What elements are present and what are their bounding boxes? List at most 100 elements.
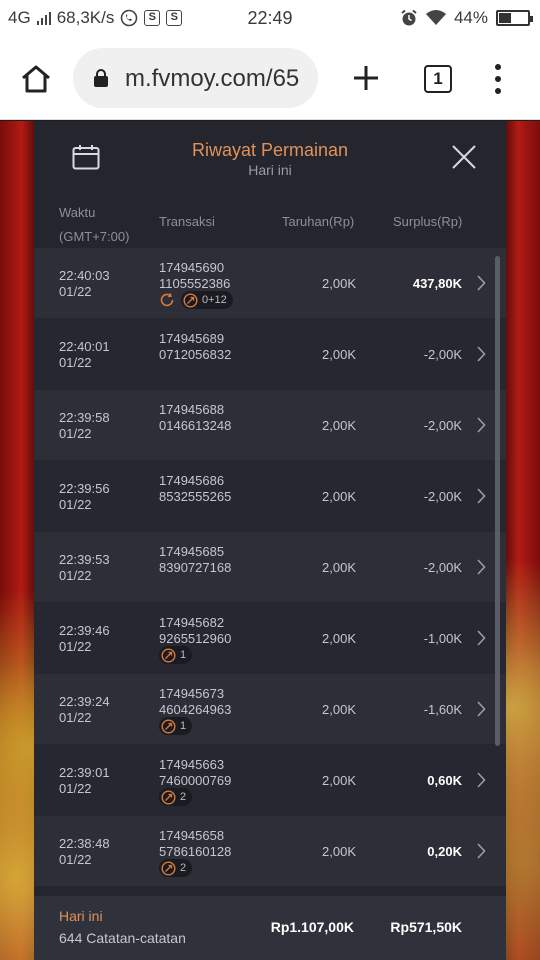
row-date-value: 01/22	[59, 639, 92, 654]
badge-count: 1	[180, 720, 187, 732]
row-badges: 1	[159, 646, 193, 664]
table-row[interactable]: 22:39:53 01/22 174945685 8390727168 2,00K -2,…	[34, 532, 506, 602]
tab-switcher-button[interactable]: 1	[424, 65, 452, 93]
row-badges: 2	[159, 859, 193, 877]
transaction-id-line1: 174945682	[159, 615, 225, 630]
total-bet: Rp1.107,00K	[270, 919, 354, 935]
row-bet: 2,00K	[322, 276, 356, 291]
row-date-value: 01/22	[59, 355, 92, 370]
free-spin-badge: 2	[159, 859, 193, 877]
transaction-id-line1: 174945688	[159, 402, 225, 417]
modal-subtitle: Hari ini	[248, 162, 292, 178]
transaction-id-line1: 174945658	[159, 828, 225, 843]
row-badges: 0+12	[159, 291, 233, 309]
table-row[interactable]: 22:39:46 01/22 174945682 9265512960 1 2,00K -1…	[34, 603, 506, 673]
address-bar[interactable]: m.fvmoy.com/65	[73, 48, 318, 108]
row-bet: 2,00K	[322, 631, 356, 646]
row-time: 22:40:03 01/22	[59, 268, 110, 300]
row-bet: 2,00K	[322, 347, 356, 362]
chevron-right-icon[interactable]	[476, 488, 486, 504]
row-transaction: 174945686 8532555265	[159, 473, 231, 505]
row-time: 22:40:01 01/22	[59, 339, 110, 371]
row-date-value: 01/22	[59, 497, 92, 512]
spin-icon	[161, 647, 176, 663]
transaction-id-line2: 9265512960	[159, 631, 232, 646]
row-transaction: 174945689 0712056832	[159, 331, 231, 363]
history-list[interactable]: 22:40:03 01/22 174945690 1105552386 0+12 2,00…	[34, 248, 506, 896]
row-time: 22:39:56 01/22	[59, 481, 110, 513]
status-right: 44%	[400, 8, 533, 28]
overflow-menu-icon[interactable]	[494, 64, 502, 94]
transaction-id-line2: 5786160128	[159, 844, 232, 859]
chevron-right-icon[interactable]	[476, 701, 486, 717]
table-row[interactable]: 22:40:03 01/22 174945690 1105552386 0+12 2,00…	[34, 248, 506, 318]
transaction-id-line1: 174945685	[159, 544, 225, 559]
row-time-value: 22:40:01	[59, 339, 110, 354]
chevron-right-icon[interactable]	[476, 559, 486, 575]
table-row[interactable]: 22:38:48 01/22 174945658 5786160128 2 2,00K 0,…	[34, 816, 506, 886]
new-tab-icon[interactable]	[352, 64, 380, 92]
transaction-id-line1: 174945673	[159, 686, 225, 701]
row-transaction: 174945685 8390727168	[159, 544, 231, 576]
chevron-right-icon[interactable]	[476, 843, 486, 859]
transaction-id-line2: 0146613248	[159, 418, 232, 433]
chevron-right-icon[interactable]	[476, 772, 486, 788]
scrollbar[interactable]	[495, 256, 500, 746]
table-row[interactable]: 22:39:56 01/22 174945686 8532555265 2,00K -2,…	[34, 461, 506, 531]
summary-footer: Hari ini 644 Catatan-catatan Rp1.107,00K…	[34, 896, 506, 960]
transaction-id-line1: 174945663	[159, 757, 225, 772]
free-spin-badge: 2	[159, 788, 193, 806]
close-icon[interactable]	[451, 144, 477, 170]
row-transaction: 174945690 1105552386	[159, 260, 230, 292]
transaction-id-line2: 4604264963	[159, 702, 232, 717]
battery-percent: 44%	[453, 8, 488, 27]
battery-icon	[496, 10, 533, 26]
badge-count: 2	[180, 791, 187, 803]
home-icon[interactable]	[20, 64, 52, 94]
row-date-value: 01/22	[59, 852, 92, 867]
transaction-id-line2: 0712056832	[159, 347, 232, 362]
chevron-right-icon[interactable]	[476, 630, 486, 646]
badge-count: 1	[180, 649, 187, 661]
row-transaction: 174945688 0146613248	[159, 402, 231, 434]
transaction-id-line2: 8390727168	[159, 560, 232, 575]
chevron-right-icon[interactable]	[476, 275, 486, 291]
row-badges: 1	[159, 717, 193, 735]
table-row[interactable]: 22:39:58 01/22 174945688 0146613248 2,00K -2,…	[34, 390, 506, 460]
browser-toolbar: m.fvmoy.com/65 1	[0, 36, 540, 120]
free-spin-badge: 0+12	[181, 291, 233, 309]
row-surplus: -2,00K	[423, 560, 462, 575]
row-time-value: 22:40:03	[59, 268, 110, 283]
total-surplus: Rp571,50K	[390, 919, 462, 935]
row-surplus: 0,60K	[427, 773, 462, 788]
column-transaction: Transaksi	[159, 214, 215, 229]
summary-label: Hari ini	[59, 908, 103, 924]
modal-title: Riwayat Permainan	[191, 140, 349, 160]
game-history-modal: Riwayat Permainan Hari ini Waktu (GMT+7:0…	[34, 121, 506, 960]
lock-icon	[94, 69, 108, 87]
row-bet: 2,00K	[322, 702, 356, 717]
row-transaction: 174945673 4604264963	[159, 686, 231, 718]
transaction-id-line1: 174945686	[159, 473, 225, 488]
table-row[interactable]: 22:39:24 01/22 174945673 4604264963 1 2,00K -1…	[34, 674, 506, 744]
spin-icon	[161, 718, 176, 734]
spin-icon	[161, 789, 176, 805]
table-row[interactable]: 22:40:01 01/22 174945689 0712056832 2,00K -2,…	[34, 319, 506, 389]
transaction-id-line2: 1105552386	[159, 276, 231, 291]
table-row[interactable]: 22:39:01 01/22 174945663 7460000769 2 2,00K 0,…	[34, 745, 506, 815]
chevron-right-icon[interactable]	[476, 346, 486, 362]
row-date-value: 01/22	[59, 710, 92, 725]
row-surplus: -2,00K	[423, 489, 462, 504]
free-spin-badge: 1	[159, 717, 193, 735]
row-badges: 2	[159, 788, 193, 806]
column-surplus: Surplus(Rp)	[393, 214, 463, 229]
row-date-value: 01/22	[59, 781, 92, 796]
row-time-value: 22:39:01	[59, 765, 110, 780]
url-text: m.fvmoy.com/65	[125, 65, 300, 92]
status-bar: 4G 68,3K/s S S 22:49 44%	[0, 0, 540, 36]
row-time: 22:39:58 01/22	[59, 410, 110, 442]
chevron-right-icon[interactable]	[476, 417, 486, 433]
row-surplus: -2,00K	[423, 347, 462, 362]
row-time-value: 22:38:48	[59, 836, 110, 851]
row-time-value: 22:39:24	[59, 694, 110, 709]
